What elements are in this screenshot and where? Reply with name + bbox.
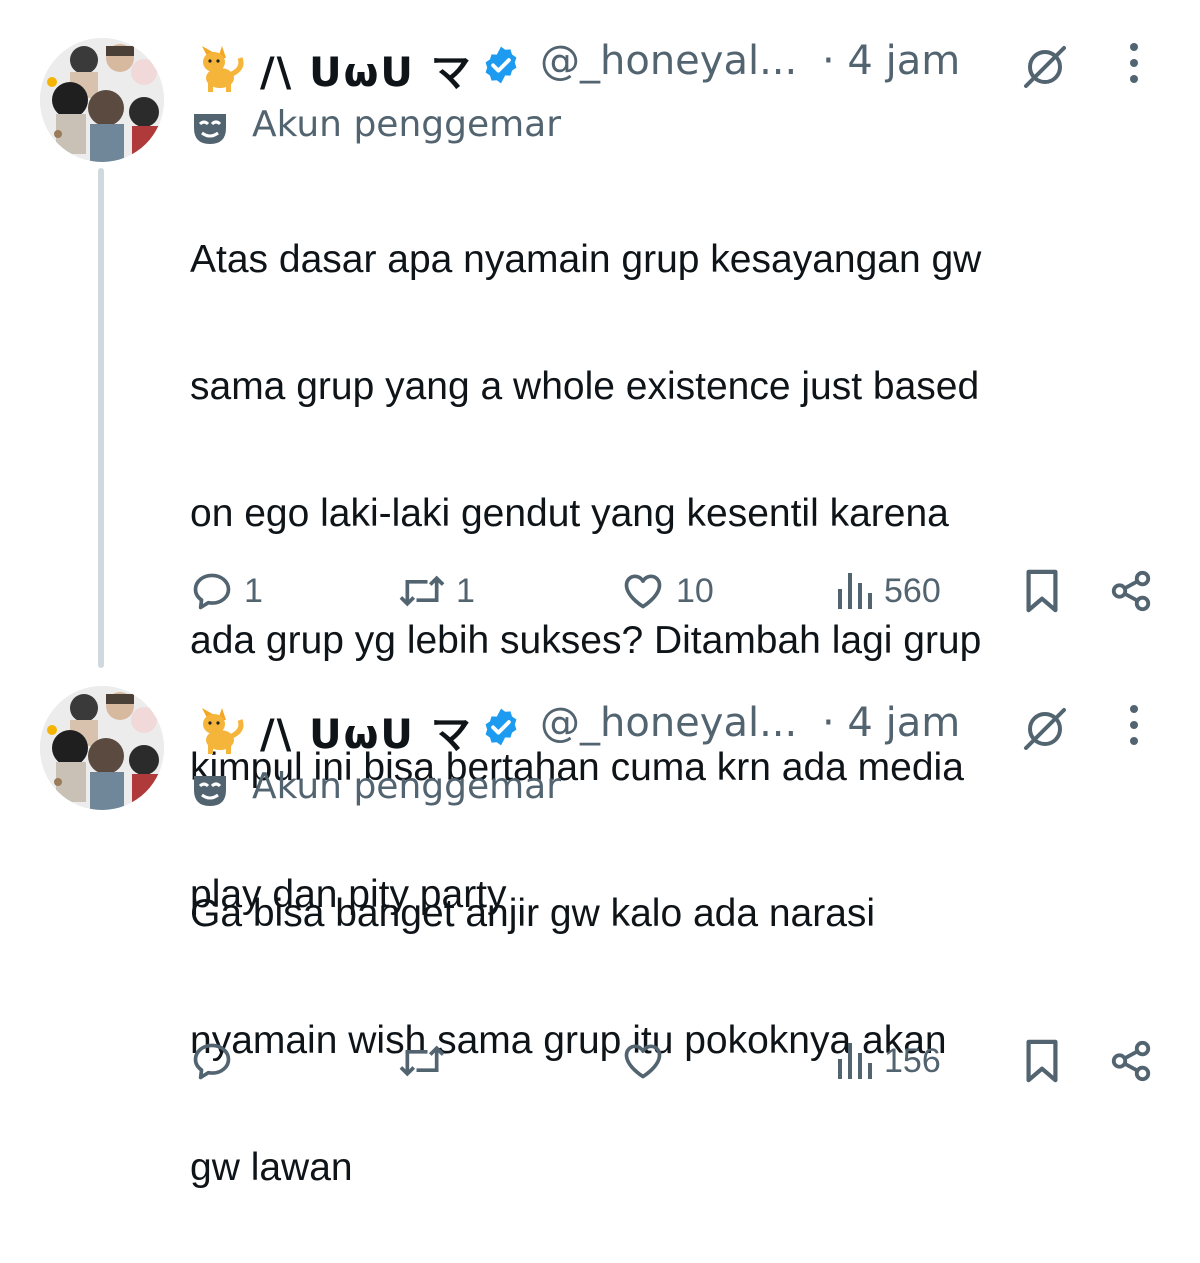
avatar[interactable] — [40, 686, 164, 810]
repost-button[interactable] — [398, 1036, 456, 1086]
cat-emoji-icon — [192, 40, 246, 98]
like-button[interactable]: 10 — [620, 566, 714, 616]
reply-count: 1 — [244, 571, 263, 610]
reply-button[interactable] — [190, 1036, 244, 1086]
bookmark-icon — [1026, 569, 1058, 613]
share-button[interactable] — [1108, 1036, 1154, 1086]
timestamp[interactable]: · 4 jam — [822, 38, 960, 84]
bookmark-button[interactable] — [1022, 566, 1062, 616]
view-count: 560 — [884, 571, 941, 610]
fan-account-mask-icon — [190, 770, 230, 814]
fan-account-label: Akun penggemar — [190, 766, 890, 810]
tweet-text-line: Atas dasar apa nyamain grup kesayangan g… — [190, 237, 982, 281]
avatar[interactable] — [40, 38, 164, 162]
repost-icon — [399, 1045, 445, 1077]
share-button[interactable] — [1108, 566, 1154, 616]
verified-badge-icon — [480, 706, 522, 752]
fan-account-mask-icon — [190, 108, 230, 152]
like-button[interactable] — [620, 1036, 676, 1086]
more-options-icon[interactable] — [1124, 40, 1144, 90]
tweet-header: /\ ᑌωᑌ マ @_honeyal... · 4 jam — [190, 692, 1190, 762]
tweet[interactable]: /\ ᑌωᑌ マ @_honeyal... · 4 jam Akun pengg… — [0, 0, 1200, 916]
views-button[interactable]: 560 — [834, 566, 941, 616]
label-text: Akun penggemar — [252, 766, 562, 807]
like-icon — [624, 574, 662, 609]
action-bar: 156 — [190, 1036, 1170, 1086]
tweet-header: /\ ᑌωᑌ マ @_honeyal... · 4 jam — [190, 30, 1190, 100]
reply-icon — [193, 573, 231, 610]
display-name[interactable]: /\ ᑌωᑌ マ — [260, 50, 473, 96]
label-text: Akun penggemar — [252, 104, 562, 145]
share-icon — [1111, 1040, 1151, 1082]
tweet-text-line: sama grup yang a whole existence just ba… — [190, 364, 980, 408]
like-count: 10 — [676, 571, 714, 610]
tweet[interactable]: /\ ᑌωᑌ マ @_honeyal... · 4 jam Akun pengg… — [0, 662, 1200, 1189]
fan-account-label: Akun penggemar — [190, 104, 890, 148]
reply-button[interactable]: 1 — [190, 566, 263, 616]
repost-icon — [399, 575, 445, 607]
tweet-text-line: gw lawan — [190, 1145, 353, 1189]
thread-line — [98, 168, 104, 668]
tweet-text-line: Ga bisa banget anjir gw kalo ada narasi — [190, 891, 876, 935]
grok-icon[interactable] — [1020, 704, 1070, 758]
repost-button[interactable]: 1 — [398, 566, 475, 616]
timestamp[interactable]: · 4 jam — [822, 700, 960, 746]
repost-count: 1 — [456, 571, 475, 610]
action-bar: 1 1 10 560 — [190, 566, 1170, 616]
grok-icon[interactable] — [1020, 42, 1070, 96]
more-options-icon[interactable] — [1124, 702, 1144, 752]
reply-icon — [193, 1043, 231, 1080]
display-name[interactable]: /\ ᑌωᑌ マ — [260, 712, 473, 758]
user-handle[interactable]: @_honeyal... — [540, 700, 797, 746]
view-count: 156 — [884, 1041, 941, 1080]
bookmark-button[interactable] — [1022, 1036, 1062, 1086]
like-icon — [624, 1044, 662, 1079]
views-icon — [838, 1043, 872, 1079]
bookmark-icon — [1026, 1039, 1058, 1083]
share-icon — [1111, 570, 1151, 612]
user-handle[interactable]: @_honeyal... — [540, 38, 797, 84]
views-button[interactable]: 156 — [834, 1036, 941, 1086]
verified-badge-icon — [480, 44, 522, 90]
cat-emoji-icon — [192, 702, 246, 760]
tweet-text-line: on ego laki-laki gendut yang kesentil ka… — [190, 491, 949, 535]
views-icon — [838, 573, 872, 609]
